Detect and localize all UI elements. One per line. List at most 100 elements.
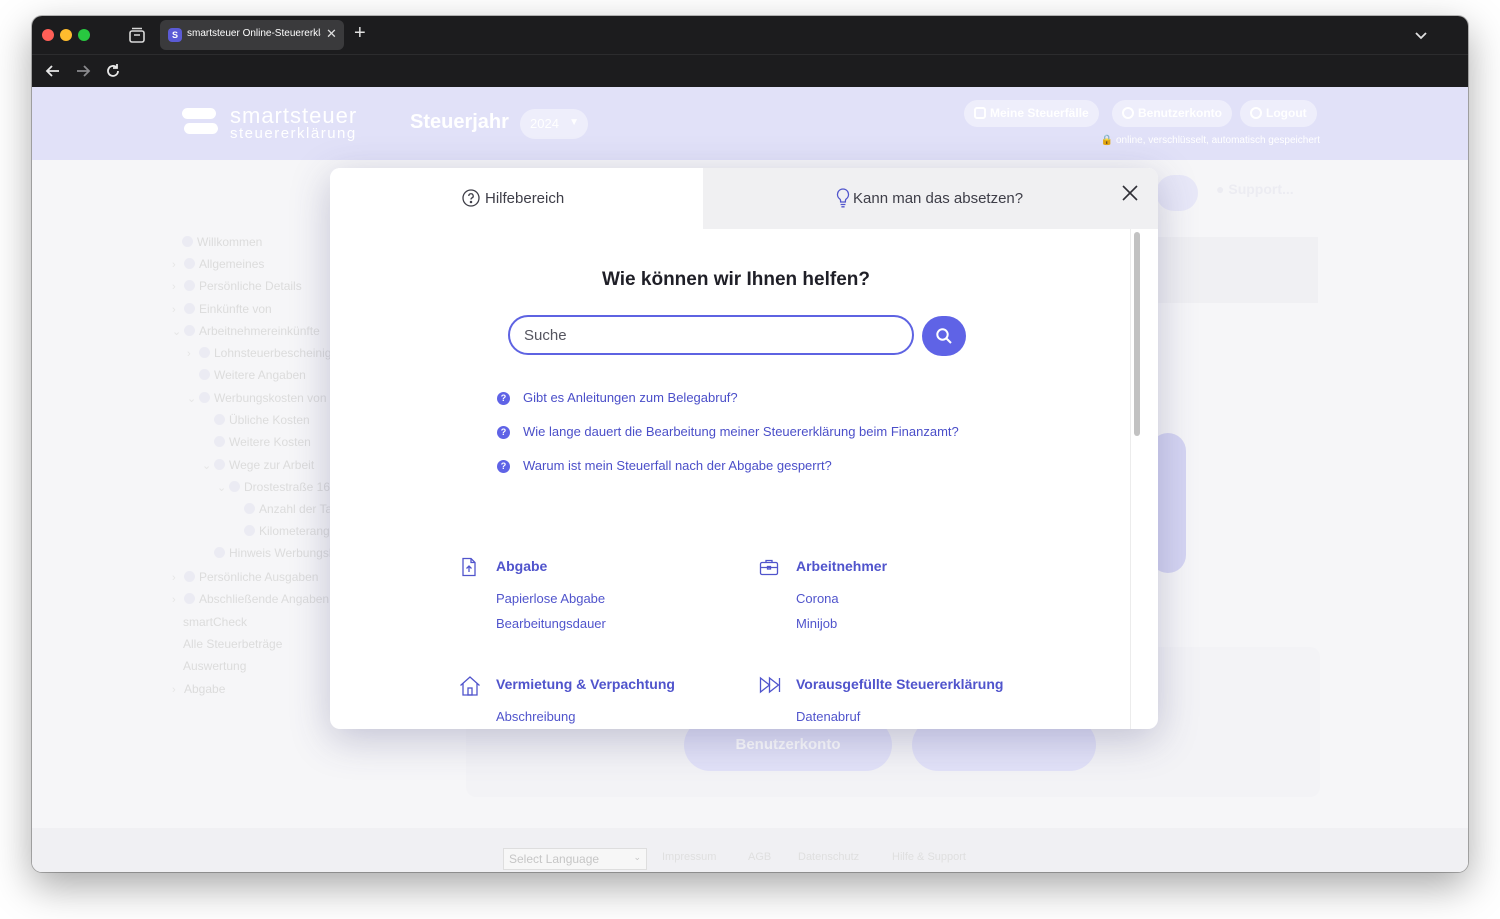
chevron-right-icon: ›	[172, 281, 176, 293]
modal-scrollbar[interactable]	[1130, 229, 1142, 729]
page-viewport: smartsteuer steuererklärung Steuerjahr 2…	[32, 87, 1468, 872]
tree-item[interactable]: › Persönliche Ausgaben	[172, 570, 318, 584]
user-account-label: Benutzerkonto	[1138, 106, 1222, 120]
scrollbar-thumb[interactable]	[1134, 232, 1140, 436]
check-dot-icon	[244, 503, 255, 514]
category-link[interactable]: Datenabruf	[796, 709, 860, 724]
briefcase-icon	[759, 559, 779, 576]
logout-button[interactable]: Logout	[1240, 100, 1317, 127]
my-tax-cases-button[interactable]: Meine Steuerfälle	[964, 100, 1099, 127]
tax-year-select[interactable]: 2024 ▼	[520, 109, 588, 139]
save-status-label: online, verschlüsselt, automatisch gespe…	[1116, 135, 1320, 146]
tree-item[interactable]: › Persönliche Details	[172, 279, 302, 293]
back-arrow-icon[interactable]	[44, 62, 62, 80]
lightbulb-icon	[836, 188, 850, 208]
close-window-button[interactable]	[42, 29, 54, 41]
modal-heading: Wie können wir Ihnen helfen?	[602, 269, 870, 290]
close-icon[interactable]	[1121, 184, 1139, 202]
check-dot-icon	[199, 347, 210, 358]
tab-deductible-label: Kann man das absetzen?	[853, 190, 1024, 207]
search-button[interactable]	[922, 316, 966, 356]
footer-link-datenschutz[interactable]: Datenschutz	[798, 851, 859, 863]
tree-item-label: Lohnsteuerbescheinig	[214, 346, 332, 360]
tree-item[interactable]: Weitere Kosten	[214, 435, 311, 449]
footer-link-agb[interactable]: AGB	[748, 851, 771, 863]
category-link[interactable]: Abschreibung	[496, 709, 576, 724]
tree-item[interactable]: Weitere Angaben	[199, 368, 306, 382]
house-icon	[460, 676, 480, 696]
category-title-arbeitnehmer[interactable]: Arbeitnehmer	[796, 558, 887, 574]
tab-close-icon[interactable]: ✕	[326, 26, 337, 42]
tab-help-label: Hilfebereich	[485, 190, 565, 207]
footer-link-impressum[interactable]: Impressum	[662, 851, 716, 863]
faq-link[interactable]: ? Warum ist mein Steuerfall nach der Abga…	[497, 458, 832, 473]
tree-item[interactable]: Kilometerang	[244, 524, 330, 538]
category-title-vermietung[interactable]: Vermietung & Verpachtung	[496, 676, 675, 692]
faq-link[interactable]: ? Wie lange dauert die Bearbeitung meiner…	[497, 424, 959, 439]
tab-overview-icon[interactable]	[128, 26, 146, 44]
smartsteuer-logo-icon	[182, 108, 218, 134]
fast-forward-icon	[759, 676, 781, 694]
tree-item[interactable]: ⌄ Arbeitnehmereinkünfte	[172, 324, 320, 338]
tree-item[interactable]: › Allgemeines	[172, 257, 264, 271]
faq-text: Wie lange dauert die Bearbeitung meiner …	[523, 424, 959, 439]
help-search-input[interactable]: Suche	[508, 315, 914, 355]
category-link[interactable]: Minijob	[796, 616, 837, 631]
chevron-down-icon: ▼	[569, 117, 579, 128]
category-link[interactable]: Bearbeitungsdauer	[496, 616, 606, 631]
page-footer: Select Language ⌄ Impressum AGB Datenschu…	[32, 828, 1468, 872]
check-dot-icon	[214, 547, 225, 558]
tree-item[interactable]: Auswertung	[183, 659, 246, 673]
tree-item[interactable]: ⌄ Wege zur Arbeit	[202, 458, 314, 472]
check-dot-icon	[184, 593, 195, 604]
tree-item-label: Werbungskosten von	[214, 391, 327, 405]
chevron-right-icon: ›	[172, 572, 176, 584]
category-link[interactable]: Papierlose Abgabe	[496, 591, 605, 606]
tree-item[interactable]: › Lohnsteuerbescheinig	[187, 346, 331, 360]
tree-item[interactable]: Übliche Kosten	[214, 413, 310, 427]
tree-item[interactable]: Anzahl der Ta	[244, 502, 332, 516]
faq-link[interactable]: ? Gibt es Anleitungen zum Belegabruf?	[497, 390, 738, 405]
tree-item[interactable]: ⌄ Werbungskosten von	[187, 391, 327, 405]
power-icon	[1250, 107, 1262, 119]
app-header: smartsteuer steuererklärung Steuerjahr 2…	[32, 87, 1468, 160]
maximize-window-button[interactable]	[78, 29, 90, 41]
user-account-button[interactable]: Benutzerkonto	[1112, 100, 1232, 127]
chevron-down-icon: ⌄	[172, 326, 182, 338]
minimize-window-button[interactable]	[60, 29, 72, 41]
tree-item[interactable]: Hinweis Werbungsk	[214, 546, 335, 560]
question-badge-icon: ?	[497, 426, 510, 439]
browser-titlebar: S smartsteuer Online-Steuererklärung ✕ +	[32, 16, 1468, 54]
save-status-text: 🔒 online, verschlüsselt, automatisch ges…	[1100, 135, 1320, 146]
new-tab-icon[interactable]: +	[354, 23, 366, 43]
question-badge-icon: ?	[497, 460, 510, 473]
background-search-button[interactable]	[1156, 175, 1198, 211]
browser-toolbar	[32, 54, 1468, 87]
tab-help-area[interactable]: Hilfebereich	[330, 168, 703, 229]
chevron-right-icon: ›	[172, 684, 176, 696]
tab-list-chevron-icon[interactable]	[1414, 28, 1428, 42]
tree-item-label: Allgemeines	[199, 257, 265, 271]
tab-deductible[interactable]: Kann man das absetzen?	[703, 168, 1158, 229]
forward-arrow-icon[interactable]	[74, 62, 92, 80]
support-button[interactable]: ● Support...	[1216, 181, 1294, 197]
tree-item-label: Übliche Kosten	[229, 413, 310, 427]
tree-item[interactable]: › Abgabe	[172, 682, 225, 696]
footer-link-help[interactable]: Hilfe & Support	[892, 851, 966, 863]
category-link[interactable]: Corona	[796, 591, 839, 606]
tree-item[interactable]: Willkommen	[182, 235, 262, 249]
category-title-vorausgefuellt[interactable]: Vorausgefüllte Steuererklärung	[796, 676, 1003, 692]
reload-icon[interactable]	[104, 62, 122, 80]
chevron-down-icon: ⌄	[633, 852, 641, 862]
grid-icon	[974, 107, 986, 119]
tree-item[interactable]: Alle Steuerbeträge	[183, 637, 282, 651]
tree-item[interactable]: ⌄ Drostestraße 16	[217, 480, 330, 494]
tree-item-label: Abschließende Angaben	[199, 592, 330, 606]
browser-tab-active[interactable]: S smartsteuer Online-Steuererklärung ✕	[160, 20, 344, 50]
tree-item[interactable]: › Einkünfte von	[172, 302, 272, 316]
tree-item[interactable]: smartCheck	[183, 615, 247, 629]
tree-item[interactable]: › Abschließende Angaben	[172, 592, 329, 606]
check-dot-icon	[199, 369, 210, 380]
category-title-abgabe[interactable]: Abgabe	[496, 558, 547, 574]
language-select[interactable]: Select Language ⌄	[503, 848, 647, 870]
